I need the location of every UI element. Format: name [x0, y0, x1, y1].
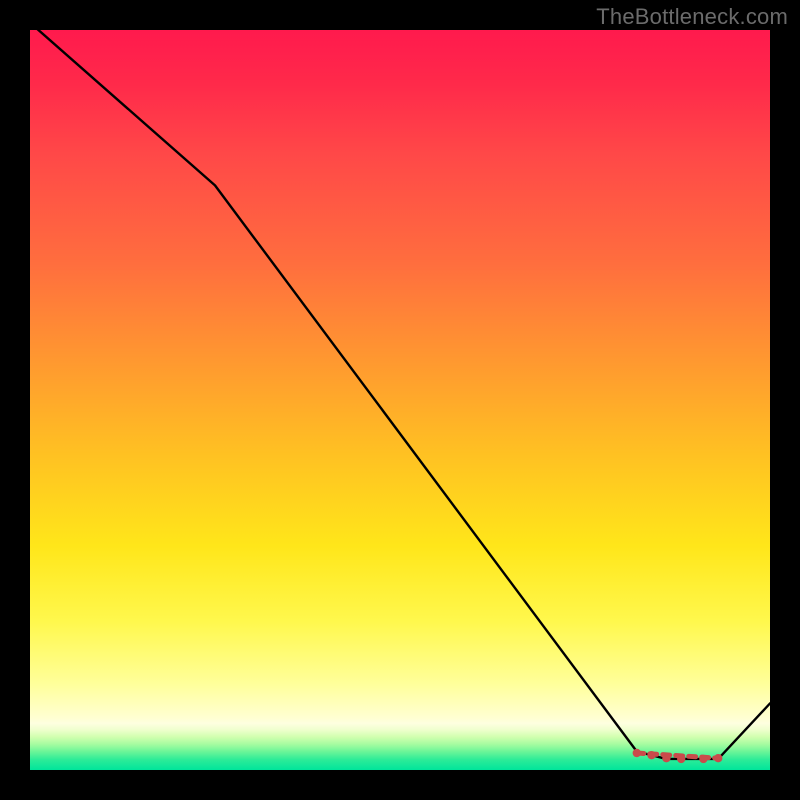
marker-dot — [699, 755, 707, 763]
chart-frame: TheBottleneck.com — [0, 0, 800, 800]
marker-dot — [633, 749, 641, 757]
marker-dot — [714, 754, 722, 762]
curve-line — [30, 30, 770, 759]
marker-dot — [647, 751, 655, 759]
marker-group — [633, 749, 723, 763]
watermark-text: TheBottleneck.com — [596, 4, 788, 30]
chart-overlay — [30, 30, 770, 770]
marker-dot — [677, 755, 685, 763]
marker-dot — [662, 754, 670, 762]
plot-area — [30, 30, 770, 770]
